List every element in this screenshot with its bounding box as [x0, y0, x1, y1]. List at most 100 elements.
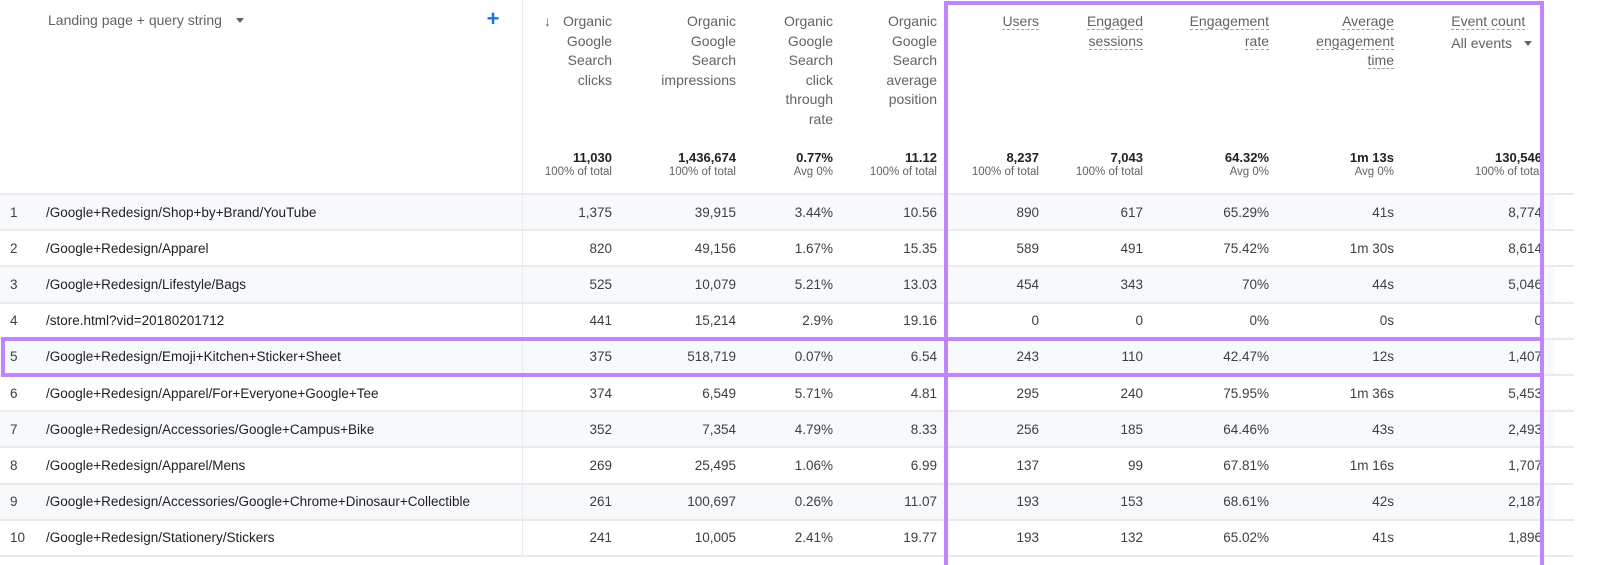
cell-clicks: 374 [522, 374, 622, 413]
table-row[interactable]: 7/Google+Redesign/Accessories/Google+Cam… [0, 411, 1574, 449]
header-label: Users [1002, 13, 1039, 30]
cell-avg-engagement-time: 1m 36s [1279, 374, 1404, 413]
cell-clicks: 269 [522, 447, 622, 485]
landing-page-cell[interactable]: /Google+Redesign/Apparel/For+Everyone+Go… [46, 374, 523, 413]
spacer [1554, 519, 1574, 557]
landing-page-cell[interactable]: /Google+Redesign/Apparel [46, 230, 523, 268]
row-index: 1 [0, 194, 46, 232]
cell-engagement-rate: 75.95% [1153, 374, 1279, 413]
header-label: Organic Google Search impressions [661, 13, 736, 88]
cell-avg-engagement-time: 0s [1279, 302, 1404, 340]
cell-engagement-rate: 42.47% [1153, 338, 1279, 376]
landing-page-cell[interactable]: /Google+Redesign/Apparel/Mens [46, 447, 523, 485]
cell-ctr: 3.44% [746, 194, 843, 232]
arrow-down-icon[interactable]: ↓ [544, 12, 551, 32]
row-index: 8 [0, 447, 46, 485]
spacer [1554, 374, 1574, 413]
cell-ctr: 1.06% [746, 447, 843, 485]
cell-avg-engagement-time: 42s [1279, 483, 1404, 521]
total-engagement-rate: 64.32% Avg 0% [1153, 146, 1279, 195]
cell-position: 10.56 [843, 194, 947, 232]
landing-page-cell[interactable]: /Google+Redesign/Accessories/Google+Camp… [46, 411, 523, 449]
add-dimension-plus-icon[interactable]: + [487, 8, 500, 30]
cell-engaged-sessions: 240 [1049, 374, 1153, 413]
cell-users: 890 [947, 194, 1049, 232]
cell-impressions: 10,079 [622, 266, 746, 304]
row-index: 7 [0, 411, 46, 449]
cell-impressions: 25,495 [622, 447, 746, 485]
cell-users: 243 [947, 338, 1049, 376]
row-index: 6 [0, 374, 46, 413]
cell-event-count: 1,707 [1404, 447, 1554, 485]
cell-engagement-rate: 70% [1153, 266, 1279, 304]
totals-row: 11,030 100% of total 1,436,674 100% of tot… [0, 146, 1574, 195]
landing-page-cell[interactable]: /Google+Redesign/Accessories/Google+Chro… [46, 483, 523, 521]
dimension-selector[interactable]: Landing page + query string [48, 12, 244, 28]
cell-avg-engagement-time: 44s [1279, 266, 1404, 304]
cell-impressions: 15,214 [622, 302, 746, 340]
cell-users: 193 [947, 483, 1049, 521]
row-index: 9 [0, 483, 46, 521]
event-selector[interactable]: All events [1451, 34, 1532, 54]
header-label: Engaged sessions [1086, 13, 1143, 50]
col-header-impressions[interactable]: Organic Google Search impressions [622, 0, 746, 146]
landing-page-cell[interactable]: /store.html?vid=20180201712 [46, 302, 523, 340]
spacer [1554, 146, 1574, 195]
cell-event-count: 5,453 [1404, 374, 1554, 413]
table-body: 1/Google+Redesign/Shop+by+Brand/YouTube 1… [0, 194, 1574, 557]
dimension-label: Landing page + query string [48, 12, 222, 28]
cell-ctr: 0.26% [746, 483, 843, 521]
table-row[interactable]: 2/Google+Redesign/Apparel 820 49,156 1.67% 1… [0, 230, 1574, 268]
col-header-position[interactable]: Organic Google Search average position [843, 0, 947, 146]
col-header-engagement-rate[interactable]: Engagement rate [1153, 0, 1279, 146]
total-clicks: 11,030 100% of total [522, 146, 622, 195]
col-header-event-count[interactable]: Event count All events [1404, 0, 1554, 146]
cell-position: 6.54 [843, 338, 947, 376]
table-row[interactable]: 6/Google+Redesign/Apparel/For+Everyone+G… [0, 374, 1574, 413]
landing-page-cell[interactable]: /Google+Redesign/Stationery/Stickers [46, 519, 523, 557]
table-row[interactable]: 3/Google+Redesign/Lifestyle/Bags 525 10,07… [0, 266, 1574, 304]
cell-users: 589 [947, 230, 1049, 268]
cell-users: 454 [947, 266, 1049, 304]
spacer [1554, 447, 1574, 485]
landing-page-cell[interactable]: /Google+Redesign/Shop+by+Brand/YouTube [46, 194, 523, 232]
cell-engaged-sessions: 110 [1049, 338, 1153, 376]
cell-engagement-rate: 68.61% [1153, 483, 1279, 521]
cell-event-count: 5,046 [1404, 266, 1554, 304]
header-label: Engagement rate [1189, 13, 1269, 50]
cell-avg-engagement-time: 1m 16s [1279, 447, 1404, 485]
event-selector-label: All events [1451, 34, 1512, 51]
col-header-engaged-sessions[interactable]: Engaged sessions [1049, 0, 1153, 146]
cell-users: 0 [947, 302, 1049, 340]
header-label: Average engagement time [1316, 13, 1394, 69]
cell-avg-engagement-time: 1m 30s [1279, 230, 1404, 268]
cell-avg-engagement-time: 41s [1279, 194, 1404, 232]
spacer [1554, 302, 1574, 340]
cell-ctr: 5.71% [746, 374, 843, 413]
cell-users: 295 [947, 374, 1049, 413]
cell-engaged-sessions: 0 [1049, 302, 1153, 340]
table-row[interactable]: 5/Google+Redesign/Emoji+Kitchen+Sticker+… [0, 338, 1574, 376]
col-header-clicks[interactable]: ↓ Organic Google Search clicks [522, 0, 622, 146]
total-impressions: 1,436,674 100% of total [622, 146, 746, 195]
table-row[interactable]: 10/Google+Redesign/Stationery/Stickers 24… [0, 519, 1574, 557]
col-header-ctr[interactable]: Organic Google Search click through rate [746, 0, 843, 146]
cell-impressions: 518,719 [622, 338, 746, 376]
cell-clicks: 261 [522, 483, 622, 521]
table-row[interactable]: 1/Google+Redesign/Shop+by+Brand/YouTube 1… [0, 194, 1574, 232]
cell-engaged-sessions: 153 [1049, 483, 1153, 521]
landing-page-cell[interactable]: /Google+Redesign/Emoji+Kitchen+Sticker+S… [46, 338, 523, 376]
col-header-users[interactable]: Users [947, 0, 1049, 146]
spacer [1554, 338, 1574, 376]
cell-position: 19.16 [843, 302, 947, 340]
cell-event-count: 0 [1404, 302, 1554, 340]
dimension-header: Landing page + query string + [0, 0, 523, 146]
table-row[interactable]: 4/store.html?vid=20180201712 441 15,214 2.9… [0, 302, 1574, 340]
cell-clicks: 241 [522, 519, 622, 557]
table-row[interactable]: 9/Google+Redesign/Accessories/Google+Chr… [0, 483, 1574, 521]
table-row[interactable]: 8/Google+Redesign/Apparel/Mens 269 25,495 1… [0, 447, 1574, 485]
cell-impressions: 49,156 [622, 230, 746, 268]
cell-position: 11.07 [843, 483, 947, 521]
landing-page-cell[interactable]: /Google+Redesign/Lifestyle/Bags [46, 266, 523, 304]
col-header-avg-engagement-time[interactable]: Average engagement time [1279, 0, 1404, 146]
